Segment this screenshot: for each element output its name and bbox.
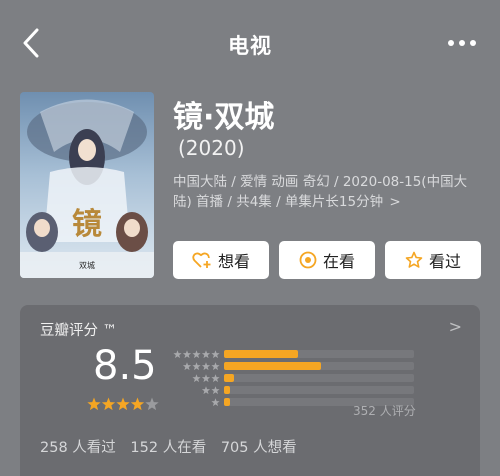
small-star-icon — [182, 362, 192, 371]
stars-1-icon — [211, 398, 220, 407]
star-icon — [87, 397, 101, 411]
watching-count[interactable]: 152 人在看 — [130, 440, 206, 456]
distribution-bar-4-star — [224, 362, 321, 370]
small-star-icon — [192, 374, 201, 383]
small-star-icon — [211, 374, 220, 383]
star-icon — [101, 397, 116, 411]
star-icon — [145, 397, 159, 411]
douban-rating-label: 豆瓣评分 ™ — [40, 323, 118, 339]
small-star-icon — [201, 350, 211, 359]
small-star-icon — [201, 386, 211, 395]
distribution-bar-5-star — [224, 350, 299, 358]
small-star-icon — [182, 350, 192, 359]
distribution-bar-3-star — [224, 374, 234, 382]
small-star-icon — [173, 350, 182, 359]
distribution-row-4-star — [168, 361, 418, 372]
small-star-icon — [201, 374, 211, 383]
distribution-row-5-star — [168, 349, 418, 360]
poster-title-art: 镜 — [72, 207, 102, 242]
more-options-button[interactable] — [442, 26, 482, 60]
watch-stats: 258 人看过 152 人在看 705 人想看 — [40, 436, 307, 457]
stars-5-icon — [173, 350, 220, 359]
movie-title: 镜·双城 — [173, 100, 275, 135]
distribution-row-2-star — [168, 385, 418, 396]
poster-subtitle-art: 双城 — [79, 261, 95, 270]
rating-count: 352 人评分 — [353, 404, 416, 418]
target-icon — [299, 251, 317, 269]
small-star-icon — [192, 362, 201, 371]
chevron-right-icon: > — [389, 194, 401, 210]
stars-2-icon — [201, 386, 220, 395]
watching-label: 在看 — [322, 252, 355, 271]
watching-button[interactable]: 在看 — [279, 241, 375, 279]
star-outline-icon — [405, 251, 423, 268]
page-title: 电视 — [228, 34, 272, 58]
watched-count[interactable]: 258 人看过 — [40, 440, 116, 456]
want-to-watch-label: 想看 — [217, 252, 250, 271]
small-star-icon — [201, 362, 211, 371]
watched-button[interactable]: 看过 — [385, 241, 481, 279]
small-star-icon — [192, 350, 201, 359]
small-star-icon — [211, 362, 220, 371]
want-count[interactable]: 705 人想看 — [221, 440, 297, 456]
movie-year: (2020) — [178, 136, 245, 160]
movie-meta-info[interactable]: 中国大陆 / 爱情 动画 奇幻 / 2020-08-15(中国大陆) 首播 / … — [173, 172, 483, 212]
rating-score: 8.5 — [93, 343, 157, 389]
rating-card[interactable]: 豆瓣评分 ™ > 8.5 352 人评分 258 人看过 152 人在看 705… — [20, 305, 480, 476]
star-icon — [116, 397, 130, 411]
movie-meta-text: 中国大陆 / 爱情 动画 奇幻 / 2020-08-15(中国大陆) 首播 / … — [173, 174, 468, 210]
small-star-icon — [211, 386, 220, 395]
watched-label: 看过 — [428, 252, 461, 271]
small-star-icon — [211, 398, 220, 407]
stars-3-icon — [192, 374, 220, 383]
distribution-bar-2-star — [224, 386, 230, 394]
stars-4-icon — [182, 362, 220, 371]
navigation-header: 电视 — [0, 0, 500, 86]
heart-plus-icon — [192, 252, 211, 268]
poster-image[interactable]: 镜 双城 — [20, 92, 154, 278]
distribution-bar-1-star — [224, 398, 230, 406]
chevron-right-icon[interactable]: > — [449, 317, 462, 336]
action-buttons: 想看 在看 看过 — [173, 241, 481, 279]
more-dots-icon — [448, 40, 454, 46]
small-star-icon — [211, 350, 220, 359]
distribution-row-3-star — [168, 373, 418, 384]
want-to-watch-button[interactable]: 想看 — [173, 241, 269, 279]
rating-distribution — [168, 349, 418, 409]
star-icon — [130, 397, 145, 411]
